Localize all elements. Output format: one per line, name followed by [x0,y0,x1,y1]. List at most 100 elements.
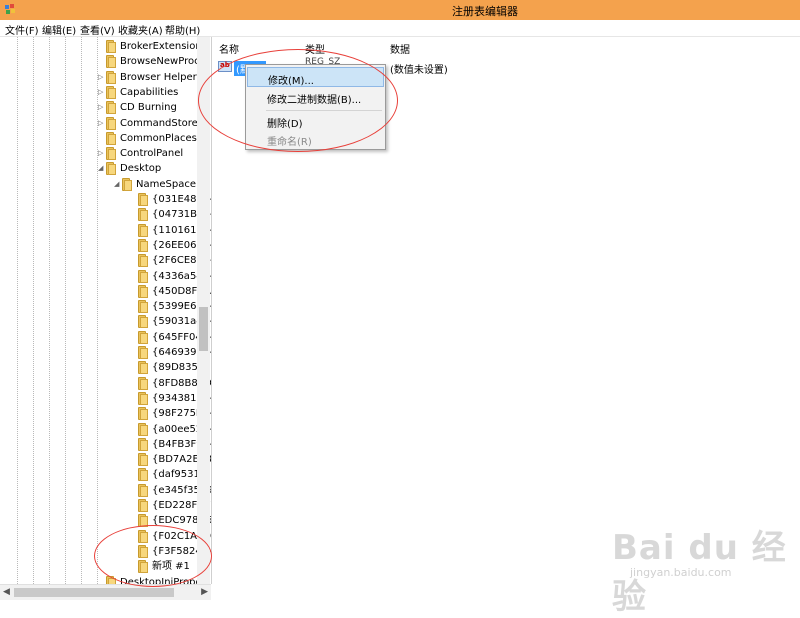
tree-guide-line [81,37,82,584]
tree-item[interactable]: ▷ Capabilities [98,85,211,100]
folder-icon [138,361,148,375]
folder-icon [138,193,148,206]
folder-icon [138,376,148,390]
folder-icon [138,315,148,329]
folder-icon [138,391,148,405]
tree-expander-icon[interactable]: ▷ [98,149,104,157]
watermark-url: jingyan.baidu.com [630,566,732,579]
tree-item[interactable]: ▷ ControlPanel [98,146,211,161]
context-menu-modify-binary[interactable]: 修改二进制数据(B)... [247,87,384,107]
folder-icon [138,238,148,252]
folder-icon [138,330,148,344]
tree-item[interactable]: ◢ Desktop [98,161,211,176]
folder-icon [138,422,148,436]
context-menu-label: 修改(M)... [268,76,314,87]
tree-item[interactable]: BrokerExtensions [98,39,211,54]
tree-item[interactable]: BrowseNewProce [98,54,211,69]
tree-item[interactable]: ▷ Browser Helper C [98,70,211,85]
folder-icon [138,300,148,314]
tree-item-label: BrokerExtensions [120,41,207,52]
string-value-icon: ab [218,61,232,72]
folder-icon [138,560,148,574]
tree-expander-icon[interactable]: ▷ [98,88,104,96]
context-menu-rename: 重命名(R) [247,129,384,149]
folder-icon [106,101,116,115]
context-menu-label: 重命名(R) [267,137,312,148]
window-title: 注册表编辑器 [452,5,518,18]
tree-item[interactable]: CommonPlaces [98,131,211,146]
key-tree-pane[interactable]: BrokerExtensions BrowseNewProce ▷ Browser H… [0,37,212,584]
folder-icon [138,284,148,298]
tree-item-label: Capabilities [120,86,179,98]
title-bar[interactable]: 注册表编辑器 [0,0,800,20]
menu-bar: 文件(F) 编辑(E) 查看(V) 收藏夹(A) 帮助(H) [0,20,800,37]
column-header-type[interactable]: 类型 [305,41,325,56]
tree-item-label: NameSpace [136,178,196,190]
tree-guide-line [65,37,66,584]
tree-horizontal-scrollbar[interactable]: ◀ ▶ [0,584,211,600]
folder-icon [138,208,148,222]
folder-icon [138,499,148,512]
menu-file[interactable]: 文件(F) [5,22,39,37]
menu-favorites[interactable]: 收藏夹(A) [118,22,163,37]
folder-icon [106,70,116,84]
context-menu: 修改(M)... 修改二进制数据(B)... 删除(D) 重命名(R) [245,64,386,150]
folder-icon [106,40,116,53]
horizontal-scroll-thumb[interactable] [14,588,174,597]
value-data: (数值未设置) [390,65,448,76]
column-header-data[interactable]: 数据 [390,41,410,56]
tree-item-label: CommandStore [120,117,198,129]
folder-icon [138,223,148,237]
folder-icon [106,147,116,161]
baidu-jingyan-watermark: Bai du 经验 jingyan.baidu.com [612,510,792,617]
folder-icon [138,269,148,283]
folder-icon [138,483,148,497]
folder-icon [138,514,148,528]
folder-icon [138,544,148,558]
tree-guide-line [17,37,18,584]
tree-item-label: CommonPlaces [120,132,197,144]
tree-item[interactable]: ▷ CommandStore [98,116,211,131]
folder-icon [106,55,116,69]
context-menu-delete[interactable]: 删除(D) [247,111,384,131]
scroll-right-icon[interactable]: ▶ [201,587,208,597]
tree-item[interactable]: DesktopIniProper [98,575,211,585]
tree-item-label: BrowseNewProce [120,56,206,68]
scroll-left-icon[interactable]: ◀ [3,587,10,597]
tree-expander-icon[interactable]: ▷ [98,119,104,127]
tree-expander-icon[interactable]: ▷ [98,73,104,81]
tree-scroll-thumb[interactable] [199,307,208,351]
folder-icon [138,529,148,543]
tree-item-label: CD Burning [120,102,177,114]
folder-icon [106,116,116,130]
tree-item-label: 新项 #1 [150,560,192,574]
folder-icon [138,468,148,482]
tree-expander-icon[interactable]: ◢ [98,164,104,172]
menu-help[interactable]: 帮助(H) [165,22,200,37]
folder-icon [106,162,116,176]
menu-view[interactable]: 查看(V) [80,22,115,37]
folder-icon [106,85,116,99]
tree-item-label: DesktopIniProper [120,576,206,585]
menu-edit[interactable]: 编辑(E) [42,22,76,37]
tree-item-label: Browser Helper C [120,71,207,83]
folder-icon [106,575,116,584]
tree-expander-icon[interactable]: ◢ [114,180,120,188]
folder-icon [138,407,148,421]
tree-item-label: Desktop [120,163,162,175]
context-menu-label: 删除(D) [267,119,303,130]
tree-expander-icon[interactable]: ▷ [98,103,104,111]
tree-guide-line [49,37,50,584]
column-header-name[interactable]: 名称 [219,41,239,56]
folder-icon [138,346,148,359]
folder-icon [138,437,148,451]
folder-icon [138,254,148,268]
tree-guide-line [33,37,34,584]
tree-item-label: ControlPanel [120,148,184,160]
context-menu-label: 修改二进制数据(B)... [267,95,362,106]
folder-icon [138,453,148,467]
context-menu-modify[interactable]: 修改(M)... [247,67,384,87]
tree-item[interactable]: ▷ CD Burning [98,100,211,115]
folder-icon [122,177,132,191]
tree-vertical-scrollbar[interactable] [197,37,210,584]
